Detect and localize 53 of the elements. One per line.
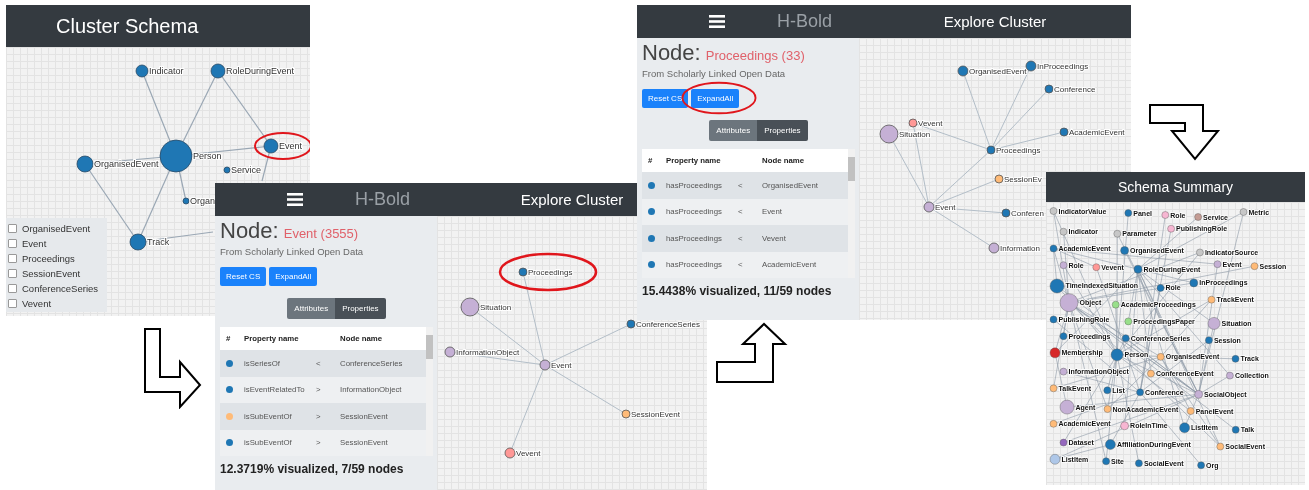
app-brand: H-Bold bbox=[355, 189, 411, 210]
legend-label: ConferenceSeries bbox=[22, 283, 99, 294]
legend-label: Event bbox=[22, 238, 47, 249]
node-label: AcademicEvent bbox=[1069, 128, 1125, 137]
node-label: OrganisedEvent bbox=[94, 159, 159, 169]
action-button[interactable]: Reset CS bbox=[642, 89, 689, 108]
legend-label: SessionEvent bbox=[22, 268, 81, 279]
node-name: Event (3555) bbox=[283, 226, 359, 241]
node-label: Indicator bbox=[149, 66, 184, 76]
window-title: Explore Cluster bbox=[520, 191, 624, 208]
node-label: Event bbox=[279, 141, 302, 151]
node-label: Situation bbox=[899, 130, 931, 139]
source-text: From Scholarly Linked Open Data bbox=[642, 68, 787, 79]
node-label: OrganisedEvent bbox=[969, 67, 1027, 76]
legend-label: Proceedings bbox=[22, 253, 75, 264]
node-label: Event bbox=[551, 361, 572, 370]
toggle-tab[interactable]: Attributes bbox=[709, 120, 758, 141]
window-title: Explore Cluster bbox=[943, 13, 1047, 30]
node-label: Track bbox=[147, 237, 170, 247]
node-label: Vevent bbox=[918, 119, 943, 128]
node-label: Proceedings bbox=[996, 146, 1041, 155]
node-label: Vevent bbox=[516, 449, 541, 458]
status-text: 12.3719% visualized, 7/59 nodes bbox=[220, 462, 405, 476]
node-label: Situation bbox=[480, 303, 512, 312]
toggle-tab[interactable]: Attributes bbox=[287, 298, 336, 319]
legend-label: Vevent bbox=[22, 298, 52, 309]
node-label: Conferen bbox=[1011, 209, 1044, 218]
node-label: RoleDuringEvent bbox=[226, 66, 295, 76]
node-label: Service bbox=[231, 165, 261, 175]
node-heading: Node: bbox=[642, 40, 701, 66]
window-title: Cluster Schema bbox=[56, 14, 199, 38]
node-label: InProceedings bbox=[1037, 62, 1089, 71]
node-label: ConferenceSeries bbox=[636, 320, 701, 329]
action-button[interactable]: Reset CS bbox=[220, 267, 267, 286]
window-title: Schema Summary bbox=[1117, 179, 1234, 195]
node-label: Event bbox=[935, 203, 956, 212]
status-text: 15.4438% visualized, 11/59 nodes bbox=[642, 284, 833, 298]
toggle-tab[interactable]: Properties bbox=[335, 298, 386, 319]
node-label: InformationObject bbox=[456, 348, 520, 357]
node-label: Proceedings bbox=[528, 268, 573, 277]
node-label: Person bbox=[193, 151, 222, 161]
app-brand: H-Bold bbox=[777, 11, 833, 32]
node-heading: Node: bbox=[220, 218, 279, 244]
legend-label: OrganisedEvent bbox=[22, 223, 91, 234]
node-name: Proceedings (33) bbox=[705, 48, 805, 63]
node-label: Information bbox=[1000, 244, 1041, 253]
toggle-tab[interactable]: Properties bbox=[757, 120, 808, 141]
source-text: From Scholarly Linked Open Data bbox=[220, 246, 365, 257]
action-button[interactable]: ExpandAll bbox=[269, 267, 318, 286]
action-button[interactable]: ExpandAll bbox=[691, 89, 740, 108]
node-label: SessionEvent bbox=[631, 410, 680, 419]
node-label: Conference bbox=[1054, 85, 1096, 94]
node-label: SessionEv bbox=[1004, 175, 1042, 184]
